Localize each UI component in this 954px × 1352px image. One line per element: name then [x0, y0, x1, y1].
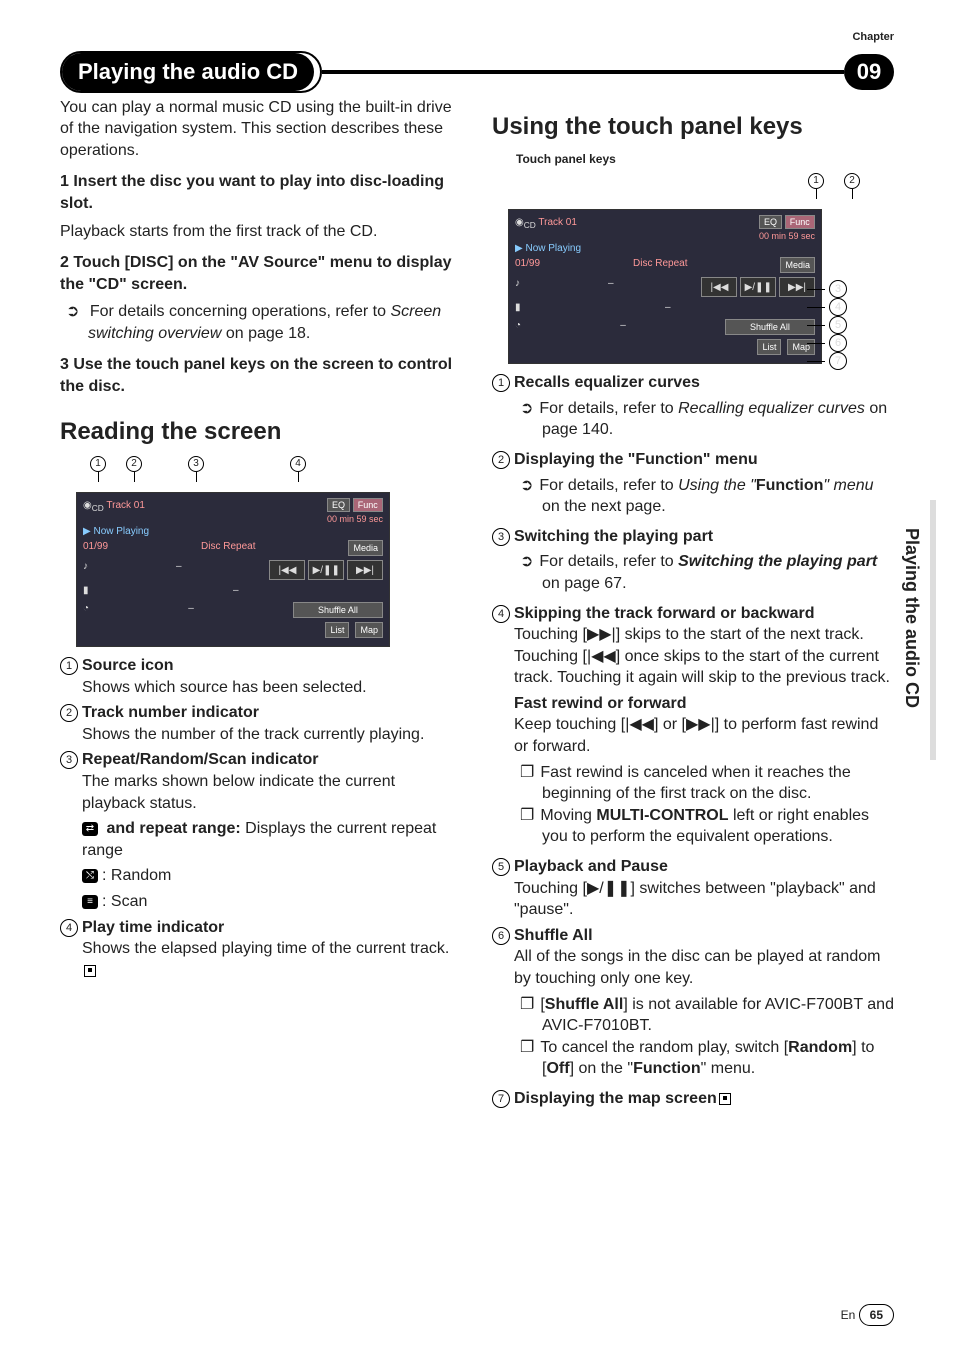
note-icon: ♪	[515, 277, 520, 297]
eq-button[interactable]: EQ	[327, 498, 350, 512]
chapter-header: Playing the audio CD 09	[60, 51, 894, 93]
chapter-label: Chapter	[60, 30, 894, 45]
repeat-range-line: ⇄ and repeat range: Displays the current…	[82, 818, 462, 861]
end-mark-icon	[84, 965, 96, 977]
next-track-button[interactable]: ▶▶|	[347, 560, 383, 580]
list-button[interactable]: List	[325, 622, 349, 638]
random-icon: ⤭	[82, 869, 98, 883]
prev-track-button[interactable]: |◀◀	[701, 277, 737, 297]
touch-panel-label: Touch panel keys	[492, 151, 894, 167]
figure1-top-callouts: 1 2 3 4	[90, 456, 462, 484]
cd-icon: ◉CD	[83, 500, 104, 511]
media-button[interactable]: Media	[348, 540, 383, 556]
map-button[interactable]: Map	[355, 622, 383, 638]
play-pause-button[interactable]: ▶/❚❚	[740, 277, 776, 297]
person-icon: ▮	[515, 301, 521, 315]
cd-icon: ◉CD	[515, 217, 536, 228]
item-1: 1 Source icon Shows which source has bee…	[60, 655, 462, 698]
disc-icon: ◔	[515, 319, 521, 335]
ritem-4: 4 Skipping the track forward or backward…	[492, 603, 894, 853]
step-1-body: Playback starts from the first track of …	[60, 221, 462, 243]
list-button[interactable]: List	[757, 339, 781, 355]
figure2-top-callouts: 1 2	[522, 173, 860, 201]
play-pause-button[interactable]: ▶/❚❚	[308, 560, 344, 580]
page-title: Playing the audio CD	[62, 53, 314, 91]
ritem-6: 6 Shuffle All All of the songs in the di…	[492, 925, 894, 1084]
prev-track-button[interactable]: |◀◀	[269, 560, 305, 580]
footer: En 65	[841, 1304, 894, 1326]
side-tab-bar	[930, 500, 936, 760]
end-mark-icon	[719, 1093, 731, 1105]
scan-icon: ≡	[82, 895, 98, 909]
item-3: 3 Repeat/Random/Scan indicator The marks…	[60, 749, 462, 814]
ritem-7: 7 Displaying the map screen	[492, 1088, 894, 1110]
using-heading: Using the touch panel keys	[492, 111, 894, 143]
intro-text: You can play a normal music CD using the…	[60, 97, 462, 162]
ritem-1: 1 Recalls equalizer curves For details, …	[492, 372, 894, 445]
note-icon: ♪	[83, 560, 88, 580]
ritem-2: 2 Displaying the "Function" menu For det…	[492, 449, 894, 522]
person-icon: ▮	[83, 584, 89, 598]
func-button[interactable]: Func	[353, 498, 383, 512]
step-2-heading: 2 Touch [DISC] on the "AV Source" menu t…	[60, 252, 462, 295]
left-column: You can play a normal music CD using the…	[60, 93, 462, 1112]
repeat-icon: ⇄	[82, 822, 98, 836]
disc-icon: ◔	[83, 602, 89, 618]
ritem-3: 3 Switching the playing part For details…	[492, 526, 894, 599]
figure2-side-callouts: 3 4 5 6 7	[807, 280, 851, 370]
side-tab: Playing the audio CD	[898, 520, 926, 716]
cd-screen-figure-2: ◉CD Track 01 EQ Func 00 min 59 sec ▶ Now…	[508, 209, 822, 364]
func-button[interactable]: Func	[785, 215, 815, 229]
step-1-heading: 1 Insert the disc you want to play into …	[60, 171, 462, 214]
eq-button[interactable]: EQ	[759, 215, 782, 229]
right-column: Using the touch panel keys Touch panel k…	[492, 93, 894, 1112]
item-2: 2 Track number indicator Shows the numbe…	[60, 702, 462, 745]
chapter-number: 09	[844, 54, 894, 90]
item-4: 4 Play time indicator Shows the elapsed …	[60, 917, 462, 982]
shuffle-all-button[interactable]: Shuffle All	[725, 319, 815, 335]
step-2-detail: For details concerning operations, refer…	[88, 301, 462, 344]
shuffle-all-button[interactable]: Shuffle All	[293, 602, 383, 618]
media-button[interactable]: Media	[780, 257, 815, 273]
step-3-heading: 3 Use the touch panel keys on the screen…	[60, 354, 462, 397]
scan-line: ≡: Scan	[82, 891, 462, 913]
random-line: ⤭: Random	[82, 865, 462, 887]
page-number: 65	[859, 1304, 894, 1326]
ritem-5: 5 Playback and Pause Touching [▶/❚❚] swi…	[492, 856, 894, 921]
cd-screen-figure-1: ◉CD Track 01 EQ Func 00 min 59 sec ▶ Now…	[76, 492, 390, 647]
reading-heading: Reading the screen	[60, 416, 462, 448]
